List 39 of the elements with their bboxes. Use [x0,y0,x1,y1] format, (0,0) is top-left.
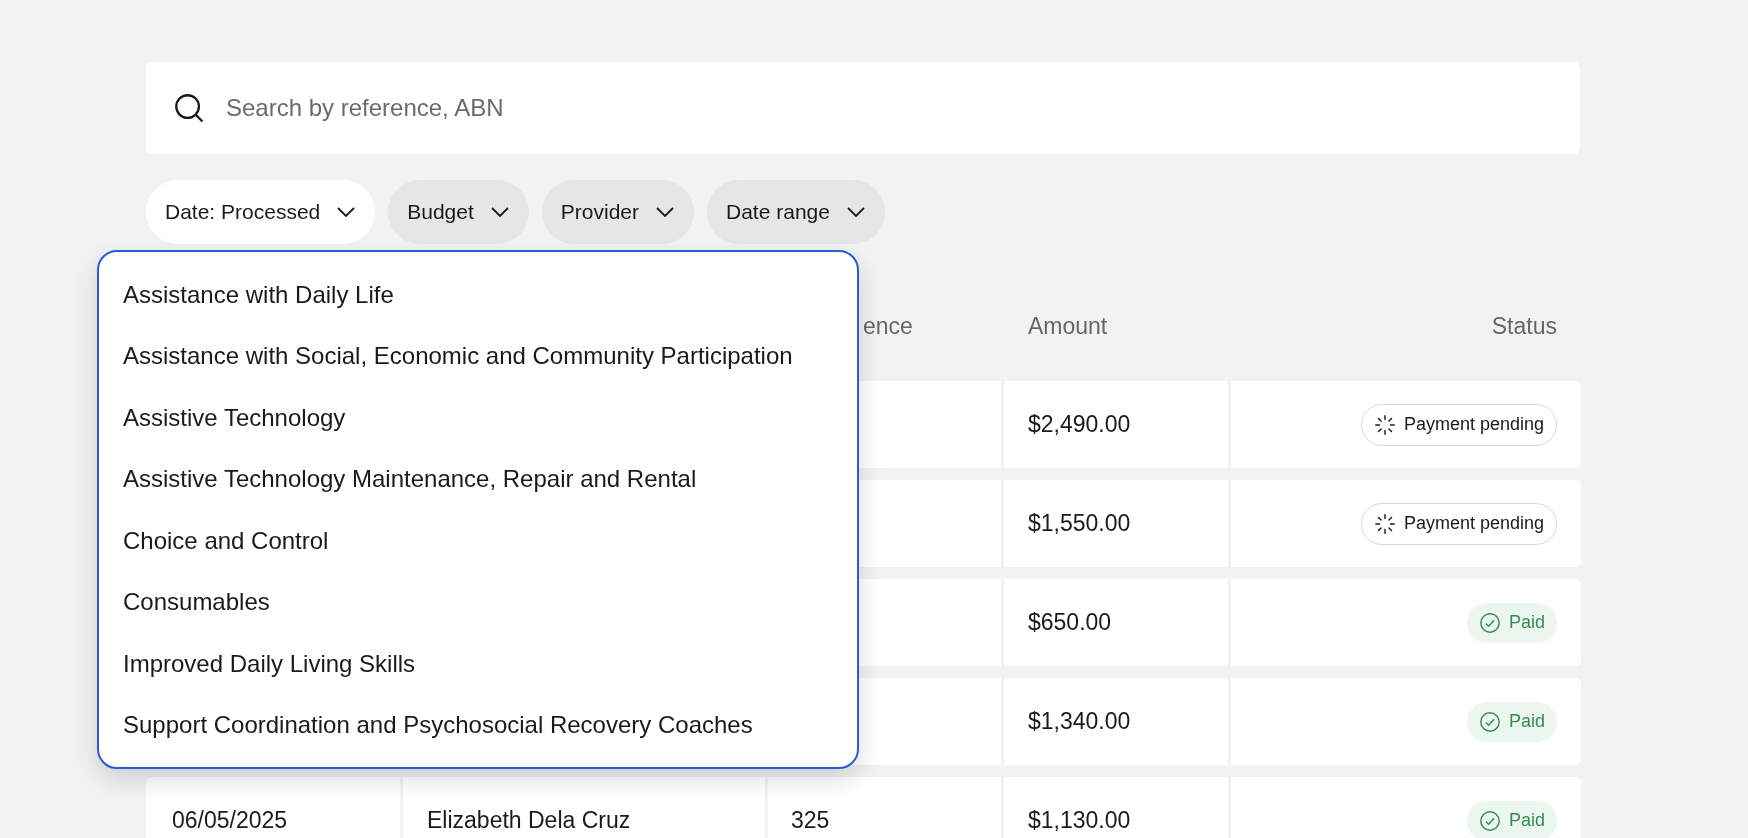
chevron-down-icon [655,206,675,218]
chevron-down-icon [489,206,510,218]
table-cell: $1,130.00 [1004,777,1228,838]
menu-item[interactable]: Assistive Technology Maintenance, Repair and Rental [123,461,697,498]
column-header: Amount [1028,312,1108,339]
search-icon [172,91,206,125]
status-badge: Paid [1466,602,1557,643]
filter-button[interactable]: Date: Processed [146,180,376,244]
column-header: Status [1491,312,1557,339]
filter-button[interactable]: Date range [707,180,885,244]
table-cell: 325 [768,777,1001,838]
menu-item[interactable]: Improved Daily Living Skills [123,645,416,682]
status-badge: Payment pending [1360,403,1557,446]
table-cell: $1,550.00 [1004,480,1228,567]
spinner-icon [1373,413,1396,436]
table-cell: 06/05/2025 [146,777,400,838]
menu-item[interactable]: Consumables [123,584,270,621]
filter-button[interactable]: Budget [388,180,529,244]
column-header: ence [863,312,913,339]
filter-button[interactable]: Provider [541,180,694,244]
table-cell: $2,490.00 [1004,381,1228,468]
menu-item[interactable]: Support Coordination and Psychosocial Recovery Coaches [123,707,753,744]
check-circle-icon [1478,809,1501,832]
menu-item[interactable]: Choice and Control [123,522,329,559]
menu-item[interactable]: Assistance with Daily Life [123,276,394,313]
check-circle-icon [1478,611,1501,634]
check-circle-icon [1478,710,1501,733]
chevron-down-icon [845,206,866,218]
status-badge: Payment pending [1360,502,1557,545]
status-badge: Paid [1466,701,1557,742]
status-badge: Paid [1466,800,1557,838]
menu-item[interactable]: Assistive Technology [123,399,346,436]
spinner-icon [1373,512,1396,535]
table-cell: $1,340.00 [1004,678,1228,765]
menu-item[interactable]: Assistance with Social, Economic and Community Participation [123,338,793,375]
chevron-down-icon [336,206,357,218]
table-cell: $650.00 [1004,579,1228,666]
table-cell: Elizabeth Dela Cruz [403,777,765,838]
search-field[interactable]: Search by reference, ABN [146,62,1580,154]
